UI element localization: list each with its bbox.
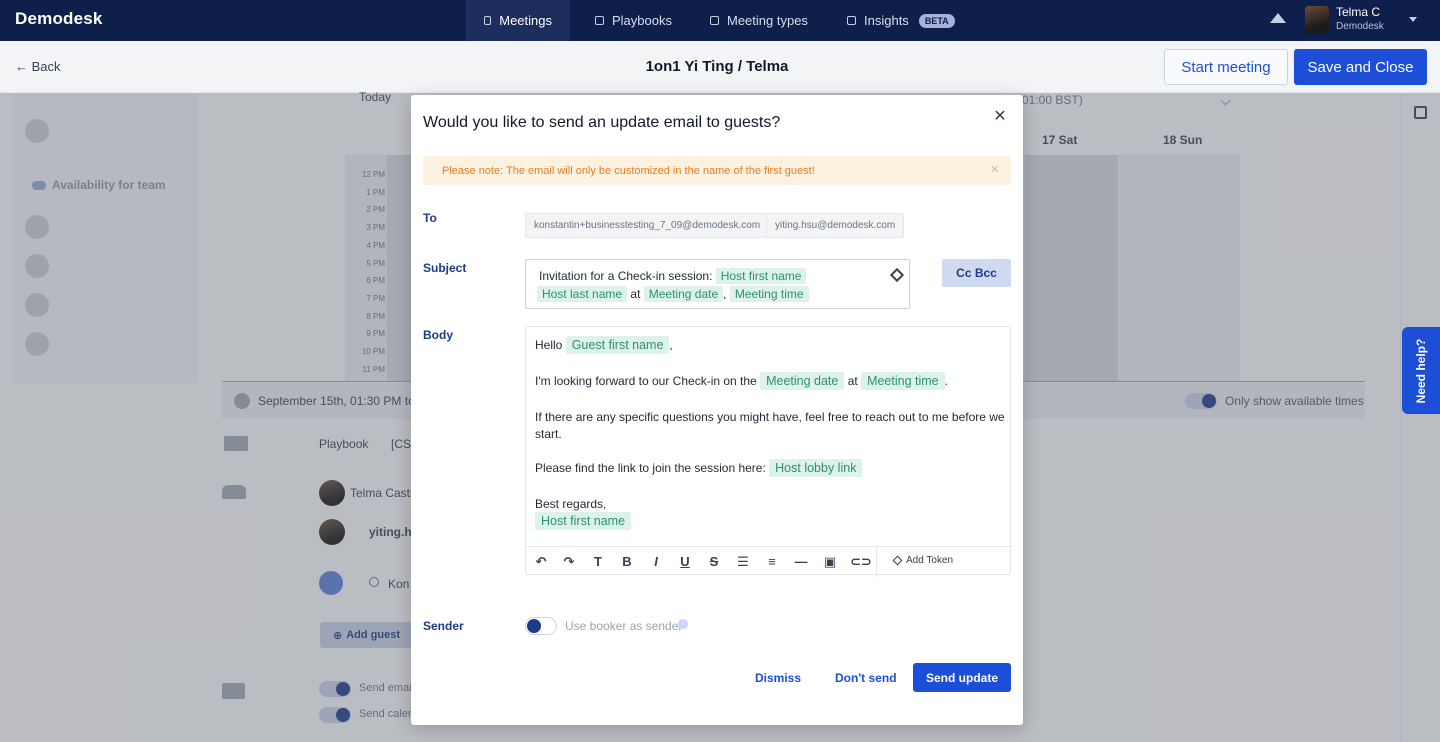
subject-input[interactable]: Invitation for a Check-in session: Host … [525,259,910,309]
body-text: start. [535,427,562,441]
app-logo[interactable]: Demodesk [15,9,103,29]
nav-tab-label: Insights [864,13,909,28]
italic-icon[interactable]: I [647,553,665,571]
need-help-label: Need help? [1414,338,1428,404]
add-token-label: Add Token [906,555,954,566]
dismiss-button[interactable]: Dismiss [755,671,801,685]
strikethrough-icon[interactable]: S [705,553,723,571]
recipient-chip[interactable]: yiting.hsu@demodesk.com [766,213,905,238]
token-host-first-name[interactable]: Host first name [715,268,807,284]
close-icon[interactable]: ✕ [993,109,1007,125]
top-nav: Demodesk Meetings Playbooks Meeting type… [0,0,1440,41]
notice-text: Please note: The email will only be cust… [442,165,815,177]
token-meeting-time[interactable]: Meeting time [861,372,945,390]
to-label: To [423,211,437,225]
nav-tab-insights[interactable]: Insights BETA [847,0,955,41]
link-icon[interactable]: ⊂⊃ [850,553,872,571]
need-help-button[interactable]: Need help? [1402,327,1440,414]
nav-tab-label: Playbooks [612,13,672,28]
horizontal-rule-icon[interactable]: — [792,553,810,571]
subject-label: Subject [423,261,467,275]
sub-header: ← Back 1on1 Yi Ting / Telma Start meetin… [0,41,1440,93]
toggle-knob [527,619,541,633]
start-meeting-button[interactable]: Start meeting [1164,49,1288,85]
undo-icon[interactable]: ↶ [532,553,550,571]
nav-tab-label: Meeting types [727,13,808,28]
playbook-icon [595,16,604,25]
nav-tab-meeting-types[interactable]: Meeting types [710,0,808,41]
token-host-first-name[interactable]: Host first name [535,512,632,530]
close-icon[interactable]: ✕ [990,163,999,176]
redo-icon[interactable]: ↷ [560,553,578,571]
user-name[interactable]: Telma C [1336,5,1380,19]
text-size-icon[interactable]: T [589,553,607,571]
divider [876,547,877,577]
body-text: at [847,374,858,388]
subject-text: Invitation for a Check-in session: [539,269,713,283]
subject-text: , [723,287,727,301]
token-guest-first-name[interactable]: Guest first name [565,336,670,354]
token-meeting-time[interactable]: Meeting time [729,286,809,302]
nav-tab-label: Meetings [499,13,552,28]
body-editor[interactable]: Hello Guest first name, I'm looking forw… [525,326,1012,577]
bold-icon[interactable]: B [618,553,636,571]
info-icon[interactable]: i [678,619,688,629]
editor-toolbar: ↶ ↷ T B I U S ☰ ≡ — ▣ ⊂⊃ Add Token [526,546,1012,577]
sender-label: Sender [423,619,464,633]
use-booker-label: Use booker as sender [565,619,683,633]
notice-banner: Please note: The email will only be cust… [423,156,1011,185]
chevron-down-icon[interactable] [1409,17,1417,22]
cc-bcc-button[interactable]: Cc Bcc [942,259,1011,287]
token-host-last-name[interactable]: Host last name [537,286,628,302]
body-text: Best regards, [535,497,607,511]
recipient-chip[interactable]: konstantin+businesstesting_7_09@demodesk… [525,213,770,238]
dont-send-button[interactable]: Don't send [835,671,897,685]
subject-text: at [630,287,641,301]
nav-tab-playbooks[interactable]: Playbooks [595,0,672,41]
body-text: . [944,374,948,388]
body-text: Please find the link to join the session… [535,461,766,475]
chart-icon [847,16,856,25]
calendar-icon [484,16,492,25]
beta-badge: BETA [918,13,955,28]
numbered-list-icon[interactable]: ≡ [763,553,781,571]
notification-icon[interactable] [1270,13,1286,23]
user-avatar[interactable] [1305,6,1329,34]
token-host-lobby-link[interactable]: Host lobby link [769,459,863,477]
token-insert-icon [892,555,903,566]
underline-icon[interactable]: U [676,553,694,571]
bullet-list-icon[interactable]: ☰ [734,553,752,571]
nav-tab-meetings[interactable]: Meetings [466,0,570,41]
body-text: I'm looking forward to our Check-in on t… [535,374,757,388]
token-insert-icon[interactable] [889,267,905,283]
user-org: Demodesk [1336,21,1384,32]
save-and-close-button[interactable]: Save and Close [1294,49,1427,85]
update-email-dialog: Would you like to send an update email t… [411,95,1023,725]
body-text: If there are any specific questions you … [535,410,1005,424]
grid-icon [710,16,719,25]
token-meeting-date[interactable]: Meeting date [760,372,845,390]
body-label: Body [423,328,453,342]
send-update-button[interactable]: Send update [913,663,1011,692]
image-icon[interactable]: ▣ [821,553,839,571]
token-meeting-date[interactable]: Meeting date [643,286,724,302]
add-token-button[interactable]: Add Token [892,555,954,566]
body-text: , [669,338,673,352]
dialog-title: Would you like to send an update email t… [423,114,781,131]
use-booker-toggle[interactable] [525,617,557,635]
body-text: Hello [535,338,563,352]
